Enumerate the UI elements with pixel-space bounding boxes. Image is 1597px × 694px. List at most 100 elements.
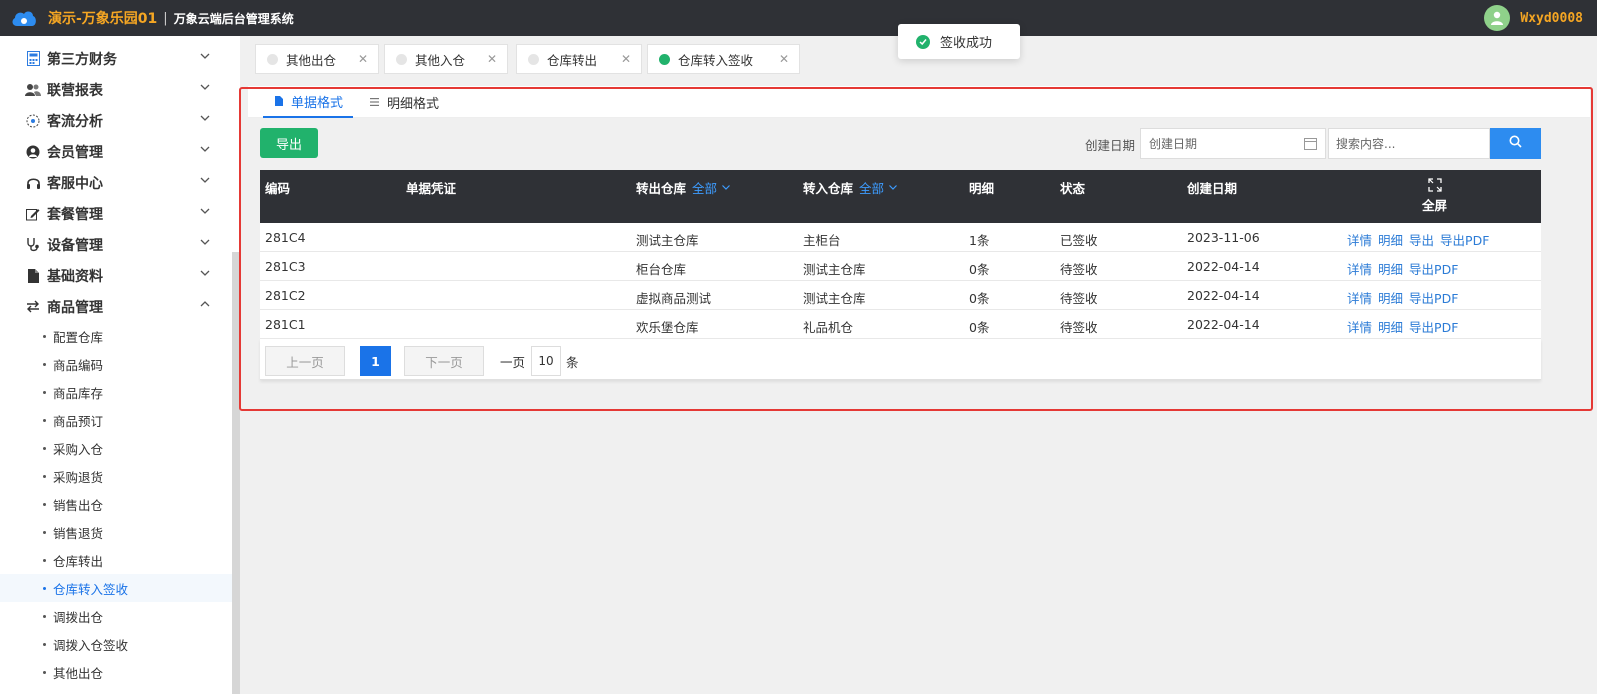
row-action-link[interactable]: 明细 (1378, 317, 1403, 336)
sub-item-label: 销售出仓 (53, 497, 104, 513)
tab-warehouse-out[interactable]: 仓库转出 ✕ (516, 44, 642, 74)
sidebar-sub-item[interactable]: 配置仓库 (0, 322, 240, 350)
close-icon[interactable]: ✕ (621, 52, 631, 66)
sidebar-menu-item[interactable]: 会员管理 (0, 136, 240, 167)
search-button[interactable] (1490, 128, 1541, 159)
sub-item-label: 其他出仓 (53, 665, 104, 681)
sidebar-scrollbar[interactable] (232, 252, 240, 694)
row-action-link[interactable]: 导出PDF (1409, 259, 1458, 278)
close-icon[interactable]: ✕ (358, 52, 368, 66)
chevron-down-icon[interactable] (200, 113, 210, 123)
row-action-link[interactable]: 导出PDF (1440, 230, 1489, 249)
row-action-link[interactable]: 明细 (1378, 230, 1403, 249)
chevron-down-icon[interactable] (200, 144, 210, 154)
sidebar-sub-item[interactable]: 商品预订 (0, 406, 240, 434)
sidebar-sub-item[interactable]: 销售退货 (0, 518, 240, 546)
sidebar-menu-item[interactable]: 客服中心 (0, 167, 240, 198)
sidebar-menu-item[interactable]: 第三方财务 (0, 43, 240, 74)
next-page-button[interactable]: 下一页 (404, 346, 484, 376)
sidebar-sub-item[interactable]: 仓库转出 (0, 546, 240, 574)
row-action-link[interactable]: 导出PDF (1409, 317, 1458, 336)
sidebar-sub-item[interactable]: 调拨入仓签收 (0, 630, 240, 658)
sidebar-sub-item[interactable]: 商品编码 (0, 350, 240, 378)
fullscreen-button[interactable]: 全屏 (1422, 178, 1447, 214)
menu-label: 会员管理 (47, 144, 103, 161)
tab-status-dot (528, 53, 539, 65)
chevron-down-icon[interactable] (200, 82, 210, 92)
fullscreen-label: 全屏 (1422, 198, 1448, 213)
cell-date: 2023-11-06 (1187, 230, 1260, 245)
cell-out-warehouse: 欢乐堡仓库 (636, 320, 699, 335)
row-action-link[interactable]: 详情 (1347, 230, 1372, 249)
cell-out-warehouse: 测试主仓库 (636, 233, 699, 248)
tab-document-format[interactable]: 单据格式 (263, 86, 353, 118)
tab-warehouse-in-sign[interactable]: 仓库转入签收 ✕ (647, 44, 800, 74)
header-label: 转出仓库 (636, 181, 687, 196)
sidebar-sub-item[interactable]: 采购退货 (0, 462, 240, 490)
row-action-link[interactable]: 导出 (1409, 230, 1434, 249)
sidebar-sub-item[interactable]: 采购入仓 (0, 434, 240, 462)
tab-detail-format[interactable]: 明细格式 (370, 86, 460, 118)
tab-status-dot (659, 53, 670, 65)
exchange-icon (25, 299, 41, 315)
calendar-icon[interactable] (1304, 137, 1317, 153)
chevron-down-icon[interactable] (200, 268, 210, 278)
sidebar-menu-item[interactable]: 套餐管理 (0, 198, 240, 229)
per-page-input[interactable]: 10 (531, 346, 561, 376)
user-menu[interactable]: Wxyd0008 (1484, 5, 1583, 31)
sidebar-sub-item[interactable]: 其他出仓 (0, 658, 240, 686)
chevron-down-icon[interactable] (200, 237, 210, 247)
username[interactable]: Wxyd0008 (1520, 11, 1583, 26)
sub-item-label: 配置仓库 (53, 329, 104, 345)
prev-page-button[interactable]: 上一页 (265, 346, 345, 376)
avatar[interactable] (1484, 5, 1511, 31)
success-toast: 签收成功 (898, 24, 1020, 59)
bullet-icon (43, 474, 46, 478)
chevron-down-icon[interactable] (200, 206, 210, 216)
tab-other-in[interactable]: 其他入仓 ✕ (384, 44, 508, 74)
row-action-link[interactable]: 详情 (1347, 259, 1372, 278)
sub-item-label: 调拨出仓 (53, 609, 104, 625)
close-icon[interactable]: ✕ (487, 52, 497, 66)
sidebar-sub-item[interactable]: 商品库存 (0, 378, 240, 406)
tab-status-dot (267, 53, 278, 65)
chevron-down-icon[interactable] (200, 51, 210, 61)
filter-label: 全部 (859, 181, 885, 196)
cell-date: 2022-04-14 (1187, 288, 1260, 303)
menu-label: 第三方财务 (47, 51, 117, 68)
header-code: 编码 (265, 181, 291, 196)
date-placeholder: 创建日期 (1149, 137, 1198, 151)
edit-icon (25, 206, 41, 222)
search-icon (1509, 135, 1522, 152)
row-action-link[interactable]: 详情 (1347, 317, 1372, 336)
close-icon[interactable]: ✕ (779, 52, 789, 66)
current-page-button[interactable]: 1 (360, 346, 391, 376)
sidebar-menu-item[interactable]: 商品管理 (0, 291, 240, 322)
sub-item-label: 采购入仓 (53, 441, 104, 457)
filter-all-dropdown[interactable]: 全部 (859, 178, 897, 197)
sidebar-sub-item[interactable]: 销售出仓 (0, 490, 240, 518)
sidebar-menu-item[interactable]: 联营报表 (0, 74, 240, 105)
chevron-up-icon[interactable] (200, 299, 210, 309)
row-action-link[interactable]: 导出PDF (1409, 288, 1458, 307)
export-button[interactable]: 导出 (260, 128, 318, 158)
sidebar-sub-item[interactable]: 调拨出仓 (0, 602, 240, 630)
menu-label: 设备管理 (47, 237, 103, 254)
date-filter-input[interactable]: 创建日期 (1140, 128, 1326, 159)
date-filter-label: 创建日期 (1085, 138, 1136, 153)
menu-label: 联营报表 (47, 82, 103, 99)
chevron-down-icon (889, 185, 897, 190)
tab-other-out[interactable]: 其他出仓 ✕ (255, 44, 379, 74)
row-action-link[interactable]: 详情 (1347, 288, 1372, 307)
sidebar-sub-item[interactable]: 仓库转入签收 (0, 574, 240, 602)
sidebar-menu-item[interactable]: 客流分析 (0, 105, 240, 136)
sidebar-menu-item[interactable]: 基础资料 (0, 260, 240, 291)
table-row: 281C1 欢乐堡仓库 礼品机仓 0条 待签收 2022-04-14 详情 明细 导出PDF (260, 310, 1541, 339)
chevron-down-icon[interactable] (200, 175, 210, 185)
sidebar-menu-item[interactable]: 设备管理 (0, 229, 240, 260)
search-input[interactable]: 搜索内容... (1328, 128, 1490, 159)
row-action-link[interactable]: 明细 (1378, 288, 1403, 307)
sub-item-label: 商品预订 (53, 413, 104, 429)
row-action-link[interactable]: 明细 (1378, 259, 1403, 278)
filter-all-dropdown[interactable]: 全部 (692, 178, 730, 197)
